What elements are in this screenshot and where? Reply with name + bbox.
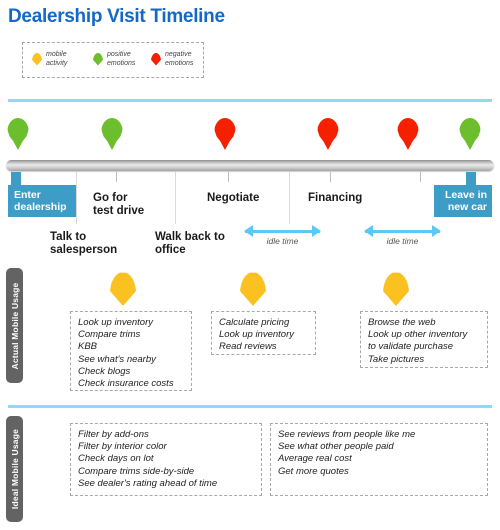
- page-title: Dealership Visit Timeline: [8, 6, 225, 27]
- timeline-infographic: Dealership Visit Timeline mobile activit…: [0, 0, 500, 530]
- list-item: Average real cost: [278, 453, 352, 465]
- list-item: See dealer's rating ahead of time: [78, 477, 218, 489]
- list-item: KBB: [78, 341, 98, 353]
- section-tab-label: Ideal Mobile Usage: [9, 428, 20, 510]
- list-item: Check days on lot: [78, 453, 154, 465]
- timeline-start-cap: [11, 172, 21, 185]
- list-item: Take pictures: [368, 353, 425, 365]
- section-tab-label: Actual Mobile Usage: [9, 282, 20, 369]
- stage-separator: [289, 172, 290, 224]
- list-item: Compare trims: [78, 329, 141, 341]
- list-item: Filter by add-ons: [78, 429, 149, 440]
- divider-bottom: [8, 405, 492, 408]
- substage-label-talk-to-salesperson: Talk to salesperson: [50, 231, 118, 256]
- mobile-activity-drop-icon: [383, 272, 409, 306]
- stage-separator: [76, 172, 77, 224]
- actual-usage-box-2: Calculate pricing Look up inventory Read…: [211, 311, 316, 355]
- actual-usage-box-1: Look up inventory Compare trims KBB See …: [70, 311, 192, 391]
- ideal-usage-box-1: Filter by add-ons Filter by interior col…: [70, 423, 262, 496]
- list-item: See reviews from people like me: [278, 429, 416, 440]
- substage-label-walk-back-to-office: Walk back to office: [155, 231, 225, 256]
- timeline-end-cap: [466, 172, 476, 185]
- mobile-activity-drop-icon: [110, 272, 136, 306]
- timeline-tick: [420, 172, 421, 182]
- list-item: Check insurance costs: [78, 378, 174, 390]
- list-item: See what other people paid: [278, 441, 394, 453]
- legend-label: positive emotions: [107, 51, 136, 67]
- negative-emotion-pin-icon: [397, 118, 419, 150]
- list-item: Read reviews: [219, 341, 277, 353]
- legend-label: mobile activity: [46, 51, 68, 67]
- stage-label-negotiate: Negotiate: [207, 192, 260, 204]
- list-item: Check blogs: [78, 365, 131, 377]
- mobile-activity-drop-icon: [32, 52, 42, 66]
- section-tab-ideal-mobile-usage: Ideal Mobile Usage: [6, 416, 23, 522]
- legend: mobile activity positive emotions negati…: [22, 42, 204, 78]
- idle-time-label: idle time: [266, 236, 299, 246]
- list-item: See what's nearby: [78, 353, 156, 365]
- negative-emotion-pin-icon: [214, 118, 236, 150]
- positive-emotion-pin-icon: [459, 118, 481, 150]
- timeline-bar: [6, 160, 494, 171]
- negative-emotion-drop-icon: [151, 52, 161, 66]
- negative-emotion-pin-icon: [317, 118, 339, 150]
- timeline-tick: [228, 172, 229, 182]
- list-item: Get more quotes: [278, 465, 349, 477]
- timeline-end-box: Leave in new car: [434, 185, 492, 217]
- legend-item-mobile-activity: mobile activity: [32, 50, 67, 68]
- legend-item-negative-emotions: negative emotions: [151, 50, 193, 68]
- positive-emotion-pin-icon: [101, 118, 123, 150]
- list-item: Look up inventory: [78, 317, 153, 328]
- section-tab-actual-mobile-usage: Actual Mobile Usage: [6, 268, 23, 383]
- divider-top: [8, 99, 492, 102]
- list-item: Browse the web: [368, 317, 436, 328]
- list-item: Look up other inventory: [368, 329, 468, 341]
- idle-arrow-line: [365, 230, 440, 233]
- idle-time-marker-1: idle time: [244, 225, 321, 250]
- mobile-activity-drop-icon: [240, 272, 266, 306]
- stage-label-test-drive: Go for test drive: [93, 192, 145, 217]
- idle-time-label: idle time: [386, 236, 419, 246]
- legend-item-positive-emotions: positive emotions: [93, 50, 135, 68]
- ideal-usage-box-2: See reviews from people like me See what…: [270, 423, 488, 496]
- timeline-start-box: Enter dealership: [8, 185, 76, 217]
- idle-time-marker-2: idle time: [364, 225, 441, 250]
- timeline-tick: [116, 172, 117, 182]
- list-item: Calculate pricing: [219, 317, 290, 328]
- stage-separator: [175, 172, 176, 224]
- positive-emotion-pin-icon: [7, 118, 29, 150]
- list-item: Filter by interior color: [78, 441, 167, 453]
- timeline-tick: [330, 172, 331, 182]
- actual-usage-box-3: Browse the web Look up other inventory t…: [360, 311, 488, 368]
- stage-label-financing: Financing: [308, 192, 363, 204]
- legend-label: negative emotions: [165, 51, 194, 67]
- list-item: Compare trims side-by-side: [78, 465, 195, 477]
- idle-arrow-line: [245, 230, 320, 233]
- list-item: Look up inventory: [219, 329, 294, 341]
- list-item: to validate purchase: [368, 341, 454, 353]
- positive-emotion-drop-icon: [93, 52, 103, 66]
